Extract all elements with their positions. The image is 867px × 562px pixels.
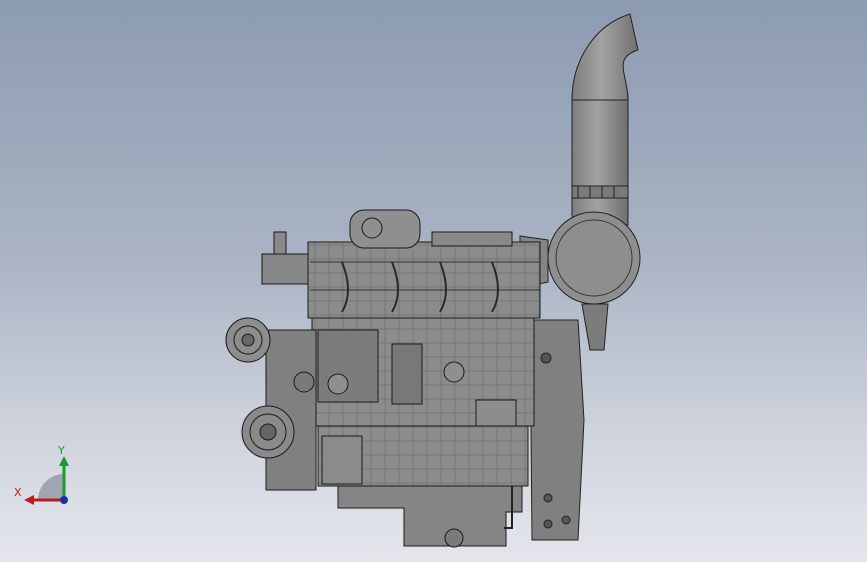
x-axis-label: X (14, 486, 22, 499)
flywheel-housing (529, 319, 585, 541)
front-pulley-assembly (225, 231, 317, 491)
x-axis-arrowhead-icon (24, 495, 34, 505)
z-axis-origin-icon (60, 496, 68, 504)
coordinate-triad: Y X (14, 444, 69, 505)
exhaust-stack (571, 13, 639, 226)
engine-block (307, 209, 541, 548)
y-axis-label: Y (57, 444, 65, 457)
triad-plane-icon (38, 474, 64, 500)
y-axis-arrowhead-icon (59, 456, 69, 466)
graphics-viewport[interactable]: Y X (0, 0, 867, 562)
engine-model[interactable] (0, 0, 867, 562)
